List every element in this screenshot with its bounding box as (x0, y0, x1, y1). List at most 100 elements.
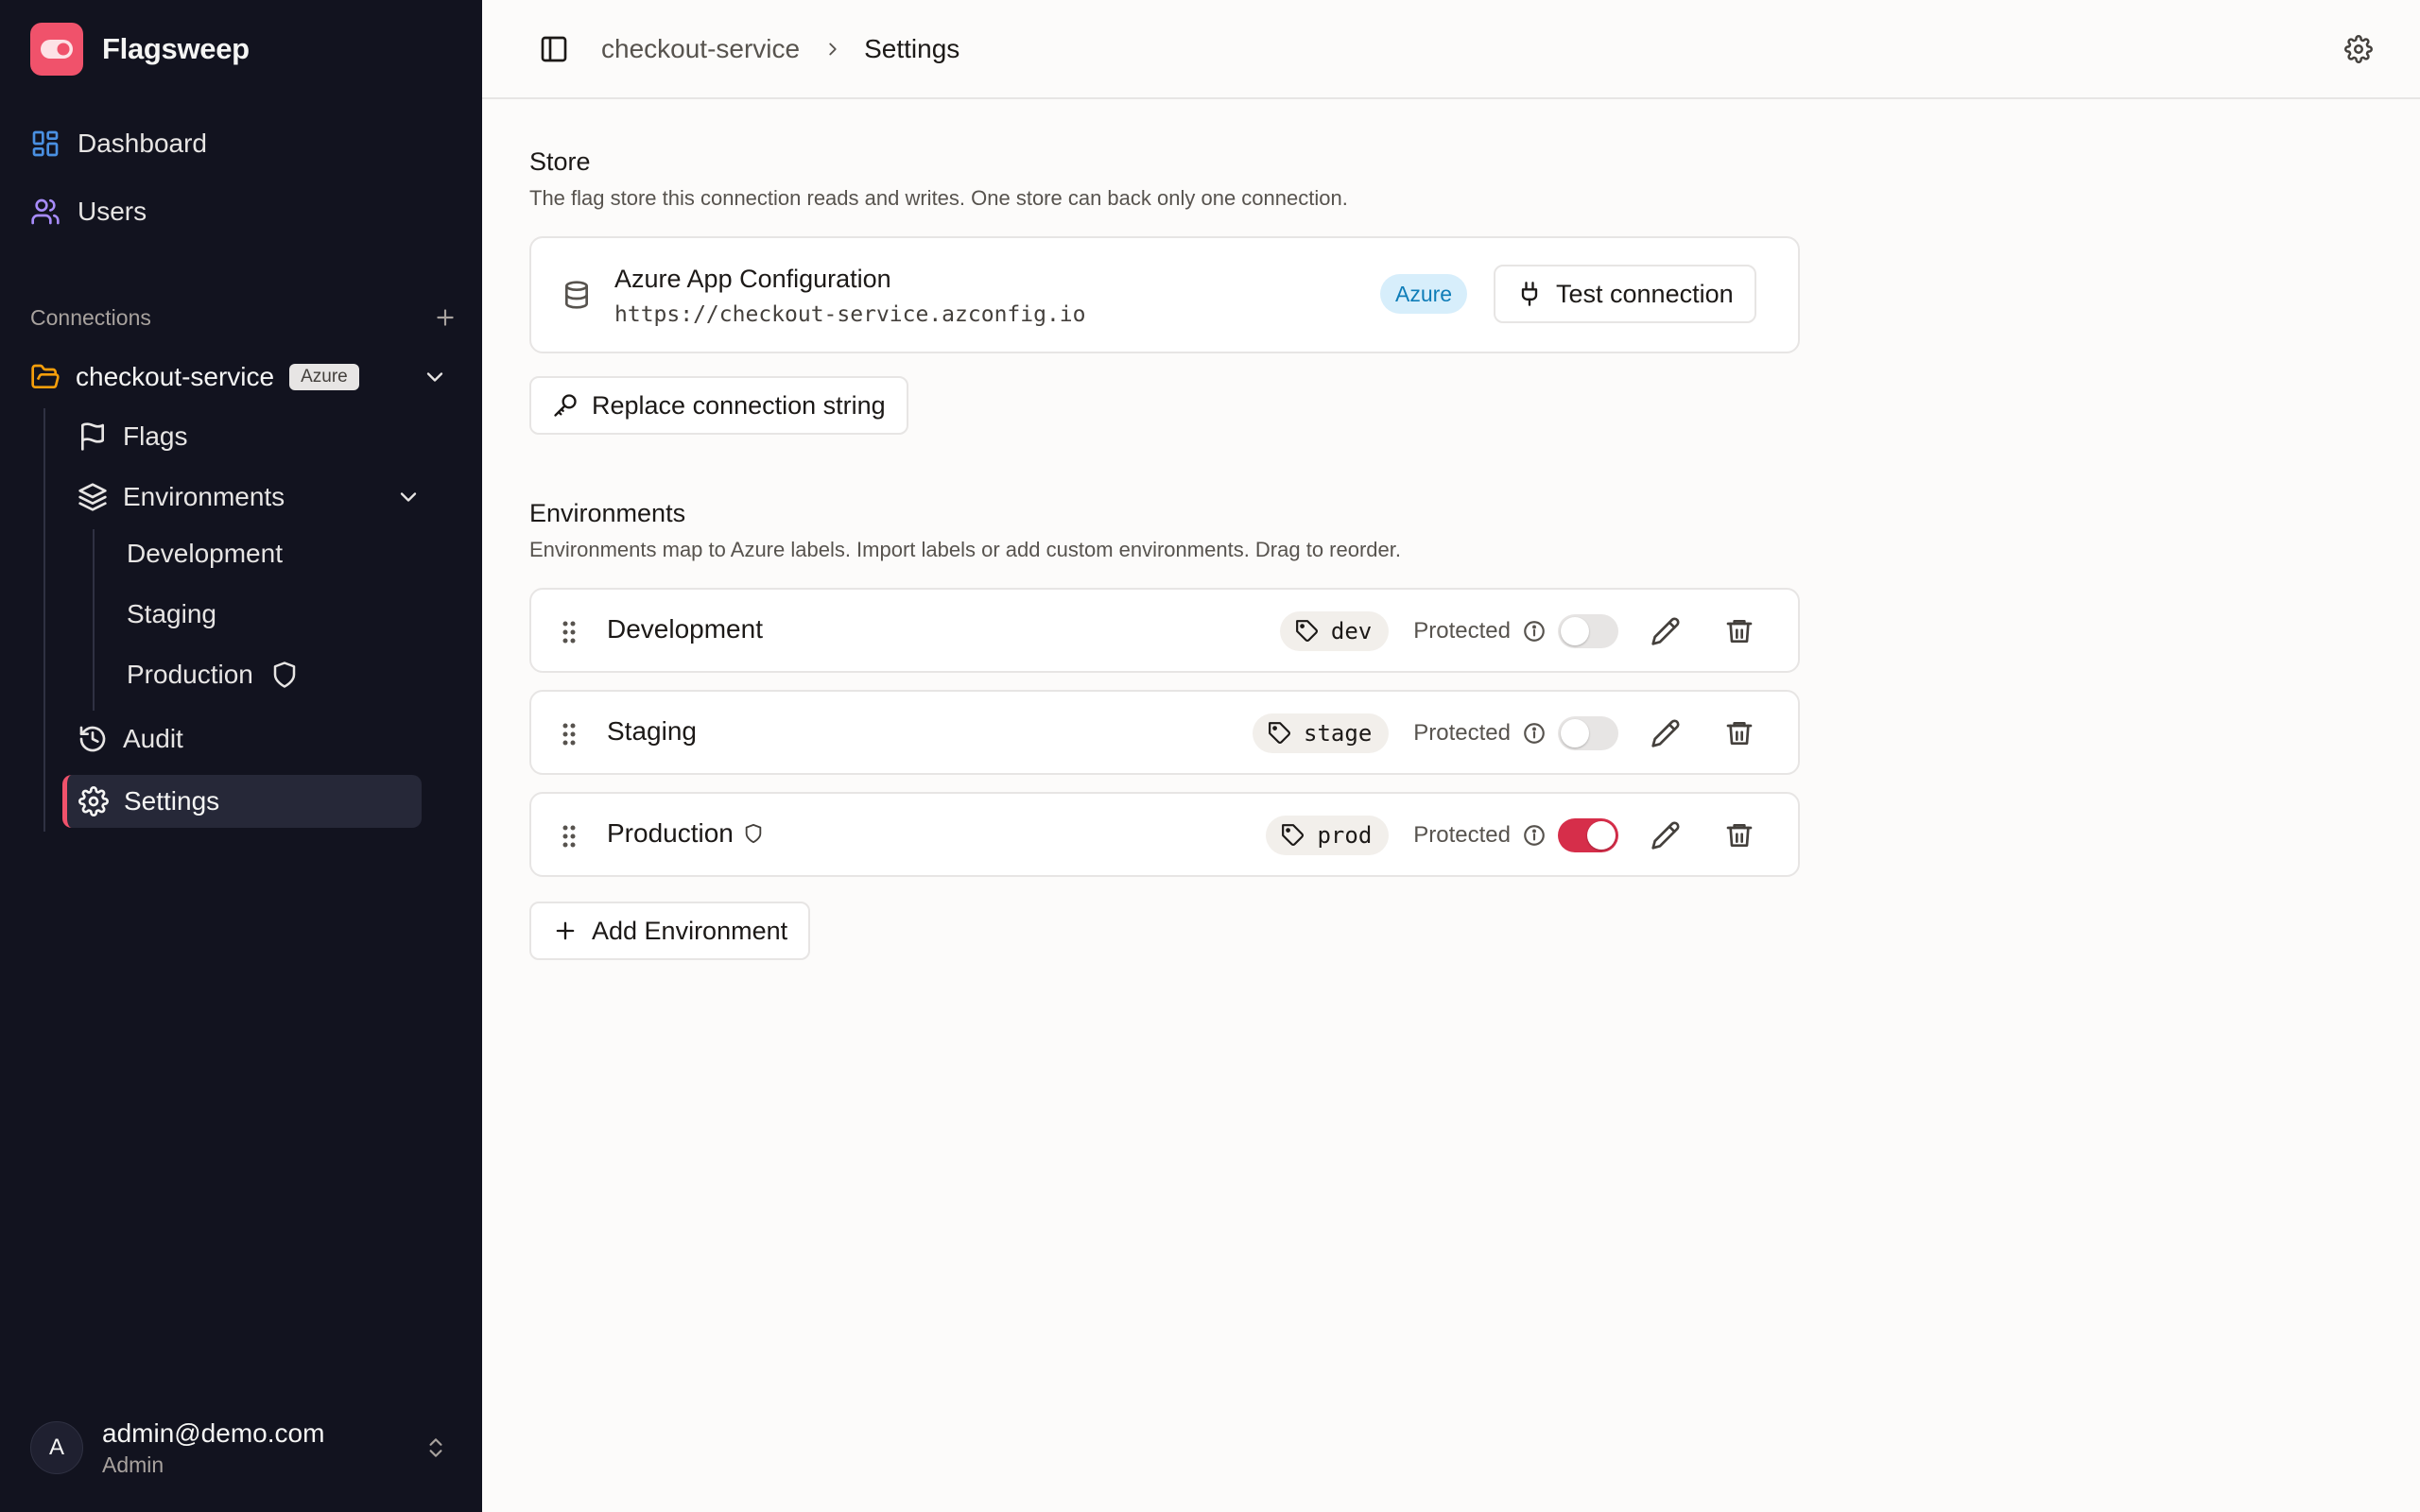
store-section-title: Store (529, 147, 591, 176)
sidebar-env-development[interactable]: Development (127, 533, 283, 575)
environment-label-pill: stage (1253, 713, 1390, 753)
protected-label: Protected (1413, 618, 1511, 644)
plus-icon (552, 918, 579, 944)
user-email: admin@demo.com (102, 1418, 325, 1448)
store-endpoint-url: https://checkout-service.azconfig.io (614, 302, 1086, 327)
environments-section-description: Environments map to Azure labels. Import… (529, 538, 1401, 561)
environment-row-staging[interactable]: Staging stage Protected (529, 690, 1800, 775)
connection-item-checkout-service[interactable]: checkout-service Azure (30, 357, 458, 397)
connection-name: checkout-service (76, 362, 275, 391)
plug-icon (1516, 281, 1543, 307)
chevrons-up-down-icon (424, 1435, 448, 1460)
button-label: Add Environment (592, 916, 788, 945)
chevron-down-icon[interactable] (395, 484, 422, 510)
sidebar-env-label: Staging (127, 599, 216, 628)
layout-dashboard-icon (30, 129, 60, 159)
connection-provider-badge: Azure (289, 364, 359, 390)
sidebar-item-label: Settings (124, 786, 220, 816)
sidebar-toggle-icon[interactable] (539, 34, 569, 64)
sidebar-env-label: Development (127, 539, 283, 568)
chevron-down-icon[interactable] (422, 364, 448, 390)
environment-row-development[interactable]: Development dev Protected (529, 588, 1800, 673)
provider-badge: Azure (1380, 274, 1468, 314)
gear-icon[interactable] (2344, 34, 2373, 63)
tree-guide-line (43, 408, 45, 832)
drag-handle-icon[interactable] (560, 823, 579, 850)
environment-label-pill: prod (1266, 816, 1390, 855)
main-nav: Dashboard Users (30, 119, 427, 255)
folder-open-icon (30, 362, 60, 392)
user-menu[interactable]: A admin@demo.com Admin (30, 1414, 458, 1482)
sidebar: Flagsweep Dashboard Users Connections ch… (0, 0, 482, 1512)
nav-label: Users (78, 197, 147, 226)
sidebar-item-label: Audit (123, 724, 183, 753)
sidebar-item-audit[interactable]: Audit (78, 718, 422, 760)
settings-icon (78, 786, 109, 816)
tag-icon (1268, 721, 1292, 746)
protected-toggle[interactable] (1558, 716, 1618, 750)
drag-handle-icon[interactable] (560, 619, 579, 645)
button-label: Replace connection string (592, 390, 886, 420)
replace-connection-string-button[interactable]: Replace connection string (529, 376, 908, 435)
pencil-icon[interactable] (1651, 616, 1681, 646)
environment-label-pill: dev (1279, 611, 1390, 651)
environment-name: Development (607, 614, 763, 644)
tag-icon (1295, 619, 1320, 644)
sidebar-item-flags[interactable]: Flags (78, 416, 422, 457)
sidebar-env-staging[interactable]: Staging (127, 593, 216, 635)
environment-label: stage (1304, 720, 1373, 747)
chevron-right-icon (822, 39, 843, 60)
add-environment-button[interactable]: Add Environment (529, 902, 811, 960)
environment-name: Staging (607, 716, 697, 746)
app-name: Flagsweep (102, 32, 250, 65)
user-role: Admin (102, 1452, 164, 1477)
protected-label: Protected (1413, 822, 1511, 848)
pencil-icon[interactable] (1651, 718, 1681, 748)
info-icon[interactable] (1522, 823, 1547, 848)
sidebar-env-label: Production (127, 660, 253, 689)
pencil-icon[interactable] (1651, 820, 1681, 850)
sidebar-item-label: Flags (123, 421, 188, 451)
sidebar-item-settings[interactable]: Settings (62, 775, 422, 828)
store-provider-name: Azure App Configuration (614, 265, 891, 293)
button-label: Test connection (1556, 279, 1734, 308)
sidebar-item-environments[interactable]: Environments (78, 476, 422, 518)
avatar: A (30, 1421, 83, 1474)
trash-icon[interactable] (1724, 616, 1754, 646)
add-connection-icon[interactable] (433, 305, 458, 330)
store-card: Azure App Configuration https://checkout… (529, 236, 1800, 353)
brand[interactable]: Flagsweep (30, 23, 250, 76)
info-icon[interactable] (1522, 619, 1547, 644)
trash-icon[interactable] (1724, 718, 1754, 748)
info-icon[interactable] (1522, 721, 1547, 746)
shield-icon (270, 661, 299, 689)
shield-icon (743, 823, 764, 844)
drag-handle-icon[interactable] (560, 721, 579, 747)
connections-label: Connections (30, 304, 151, 330)
protected-toggle[interactable] (1558, 818, 1618, 852)
flag-icon (78, 421, 108, 452)
nav-item-dashboard[interactable]: Dashboard (30, 119, 427, 168)
nav-item-users[interactable]: Users (30, 187, 427, 236)
layers-icon (78, 482, 108, 512)
sidebar-env-production[interactable]: Production (127, 654, 299, 696)
tree-guide-line (93, 529, 95, 711)
environment-label: prod (1317, 822, 1373, 849)
breadcrumb-current-page: Settings (864, 33, 960, 63)
database-icon (562, 280, 592, 310)
connections-header: Connections (30, 301, 458, 335)
protected-toggle[interactable] (1558, 614, 1618, 648)
app-logo-icon (30, 23, 83, 76)
sidebar-item-label: Environments (123, 482, 285, 511)
tag-icon (1281, 823, 1305, 848)
environment-name: Production (607, 818, 734, 848)
test-connection-button[interactable]: Test connection (1494, 265, 1756, 323)
environments-section-title: Environments (529, 499, 686, 527)
history-icon (78, 724, 108, 754)
store-section-description: The flag store this connection reads and… (529, 186, 1348, 210)
breadcrumb-connection[interactable]: checkout-service (601, 34, 800, 64)
users-icon (30, 197, 60, 227)
environment-row-production[interactable]: Production prod Protected (529, 792, 1800, 877)
trash-icon[interactable] (1724, 820, 1754, 850)
environment-label: dev (1330, 618, 1373, 644)
